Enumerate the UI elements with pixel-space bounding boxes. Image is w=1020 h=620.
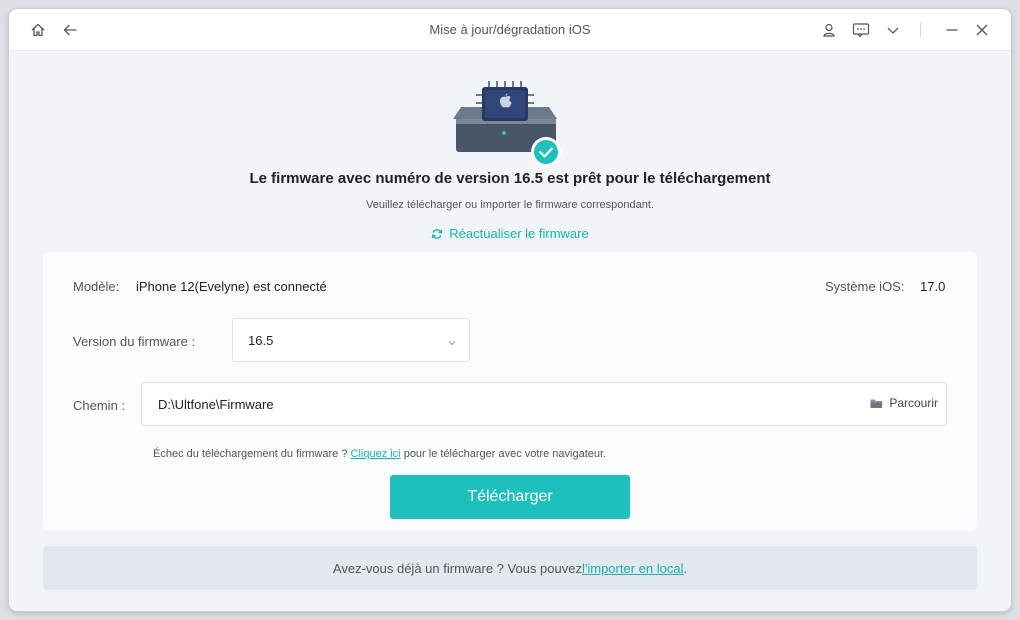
title-bar-divider <box>920 23 921 37</box>
import-suffix: . <box>683 560 688 576</box>
refresh-firmware-label: Réactualiser le firmware <box>449 226 589 241</box>
import-prefix: Avez-vous déjà un firmware ? Vous pouvez <box>332 560 582 576</box>
refresh-firmware-link[interactable]: Réactualiser le firmware <box>9 226 1011 241</box>
download-button[interactable]: Télécharger <box>390 475 630 519</box>
browse-label: Parcourir <box>889 396 938 410</box>
title-bar: Mise à jour/dégradation iOS <box>9 9 1011 51</box>
ios-version-value: 17.0 <box>920 279 946 294</box>
firmware-details-card: Modèle: iPhone 12(Evelyne) est connecté … <box>43 252 977 531</box>
firmware-version-value: 16.5 <box>248 333 274 348</box>
path-label: Chemin : <box>73 398 126 413</box>
dropdown-chevron-icon[interactable] <box>882 19 904 41</box>
firmware-version-select[interactable]: 16.5 <box>232 318 470 362</box>
download-help-text: Échec du téléchargement du firmware ? Cl… <box>153 448 606 460</box>
help-suffix: pour le télécharger avec votre navigateu… <box>400 448 607 460</box>
firmware-illustration <box>9 69 1011 179</box>
model-label: Modèle: <box>73 279 120 294</box>
ios-version-label: Système iOS: <box>825 279 905 294</box>
path-value: D:\Ultfone\Firmware <box>158 397 274 412</box>
import-local-banner: Avez-vous déjà un firmware ? Vous pouvez… <box>43 546 977 590</box>
firmware-version-label: Version du firmware : <box>73 334 196 349</box>
help-prefix: Échec du téléchargement du firmware ? <box>153 448 351 460</box>
account-icon[interactable] <box>818 19 840 41</box>
import-local-link[interactable]: l'importer en local <box>582 561 683 576</box>
refresh-icon <box>431 228 443 239</box>
minimize-icon[interactable] <box>941 19 963 41</box>
firmware-chip-ready-icon <box>453 81 561 167</box>
browse-button[interactable]: Parcourir <box>870 396 938 410</box>
page-subtitle: Veuillez télécharger ou importer le firm… <box>366 199 654 211</box>
path-input[interactable]: D:\Ultfone\Firmware Parcourir <box>141 382 947 426</box>
app-window: Mise à jour/dégradation iOS Le firmware … <box>9 9 1011 611</box>
close-icon[interactable] <box>971 19 993 41</box>
model-value: iPhone 12(Evelyne) est connecté <box>136 279 327 294</box>
feedback-icon[interactable] <box>850 19 872 41</box>
click-here-link[interactable]: Cliquez ici <box>351 448 401 460</box>
page-title: Le firmware avec numéro de version 16.5 … <box>249 170 771 187</box>
folder-icon <box>870 399 883 408</box>
chevron-down-icon <box>447 335 457 353</box>
